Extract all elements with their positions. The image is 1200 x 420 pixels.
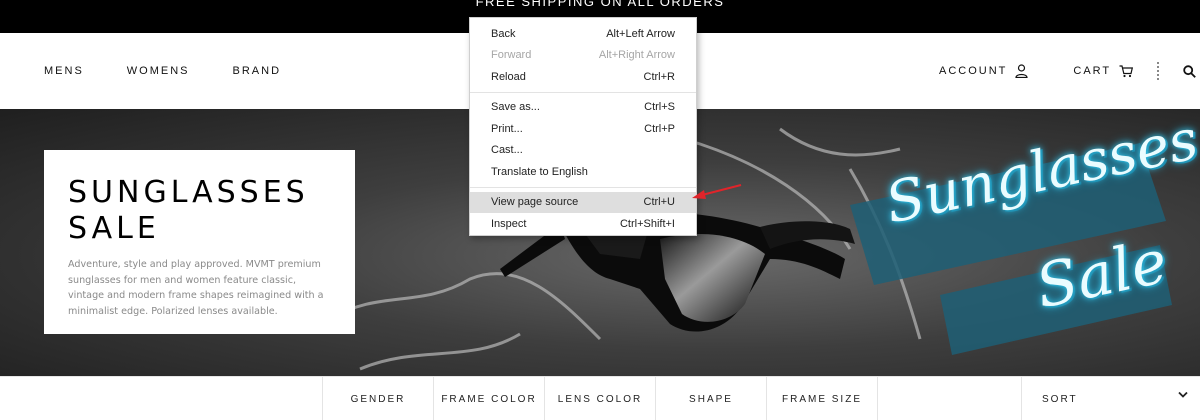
menu-item-forward[interactable]: Forward Alt+Right Arrow [470, 45, 696, 67]
filter-bar: GENDER FRAME COLOR LENS COLOR SHAPE FRAM… [0, 376, 1200, 420]
page: FREE SHIPPING ON ALL ORDERS MENS WOMENS … [0, 0, 1200, 420]
menu-item-shortcut: Ctrl+R [643, 70, 675, 83]
promo-title-line1: SUNGLASSES [68, 175, 309, 210]
sort-dropdown[interactable]: SORT [1021, 377, 1200, 420]
account-label: ACCOUNT [939, 65, 1008, 77]
cart-label: CART [1073, 65, 1112, 77]
menu-item-cast[interactable]: Cast... [470, 140, 696, 162]
menu-item-label: Reload [491, 70, 526, 83]
cart-link[interactable]: CART [1073, 64, 1134, 78]
filter-lens-color[interactable]: LENS COLOR [544, 377, 655, 420]
chevron-down-icon [1178, 391, 1188, 398]
promo-title-line2: SALE [68, 211, 160, 246]
cart-icon [1119, 64, 1134, 77]
nav-link-brand[interactable]: BRAND [233, 65, 282, 77]
menu-item-label: Back [491, 27, 516, 40]
context-menu: Back Alt+Left Arrow Forward Alt+Right Ar… [469, 17, 697, 236]
menu-item-reload[interactable]: Reload Ctrl+R [470, 66, 696, 88]
account-link[interactable]: ACCOUNT [939, 64, 1028, 78]
menu-item-back[interactable]: Back Alt+Left Arrow [470, 23, 696, 45]
menu-item-label: View page source [491, 196, 579, 209]
search-button[interactable] [1183, 64, 1196, 78]
menu-item-shortcut: Ctrl+S [644, 101, 675, 114]
menu-item-label: Print... [491, 122, 523, 135]
filter-spacer [877, 377, 1021, 420]
menu-item-shortcut: Ctrl+Shift+I [619, 217, 675, 230]
menu-separator [470, 91, 696, 93]
menu-item-label: Cast... [491, 144, 523, 157]
menu-item-view-page-source[interactable]: View page source Ctrl+U [470, 191, 696, 213]
sort-label: SORT [1042, 393, 1078, 405]
utility-nav: ACCOUNT CART [939, 33, 1196, 109]
menu-item-save-as[interactable]: Save as... Ctrl+S [470, 97, 696, 119]
nav-link-mens[interactable]: MENS [44, 65, 84, 77]
filter-frame-color[interactable]: FRAME COLOR [433, 377, 544, 420]
search-icon [1183, 64, 1196, 78]
promo-title: SUNGLASSES SALE [68, 175, 328, 247]
menu-item-shortcut: Alt+Right Arrow [598, 49, 675, 62]
filter-gender[interactable]: GENDER [322, 377, 433, 420]
menu-item-label: Translate to English [491, 165, 588, 178]
menu-separator [470, 186, 696, 188]
promo-description: Adventure, style and play approved. MVMT… [68, 259, 324, 317]
primary-nav: MENS WOMENS BRAND [44, 33, 324, 109]
menu-item-shortcut: Ctrl+U [643, 196, 675, 209]
menu-item-label: Inspect [491, 217, 527, 230]
menu-item-shortcut: Alt+Left Arrow [606, 27, 675, 40]
shipping-banner-text: FREE SHIPPING ON ALL ORDERS [475, 0, 725, 9]
menu-item-translate[interactable]: Translate to English [470, 161, 696, 183]
menu-item-shortcut: Ctrl+P [644, 122, 675, 135]
menu-item-inspect[interactable]: Inspect Ctrl+Shift+I [470, 213, 696, 235]
promo-card: SUNGLASSES SALE Adventure, style and pla… [44, 150, 355, 334]
menu-item-label: Forward [491, 49, 532, 62]
menu-item-label: Save as... [491, 101, 540, 114]
menu-item-print[interactable]: Print... Ctrl+P [470, 118, 696, 140]
nav-link-womens[interactable]: WOMENS [127, 65, 190, 77]
header-divider [1157, 62, 1160, 80]
filter-frame-size[interactable]: FRAME SIZE [766, 377, 877, 420]
user-icon [1015, 64, 1028, 78]
filter-shape[interactable]: SHAPE [655, 377, 766, 420]
